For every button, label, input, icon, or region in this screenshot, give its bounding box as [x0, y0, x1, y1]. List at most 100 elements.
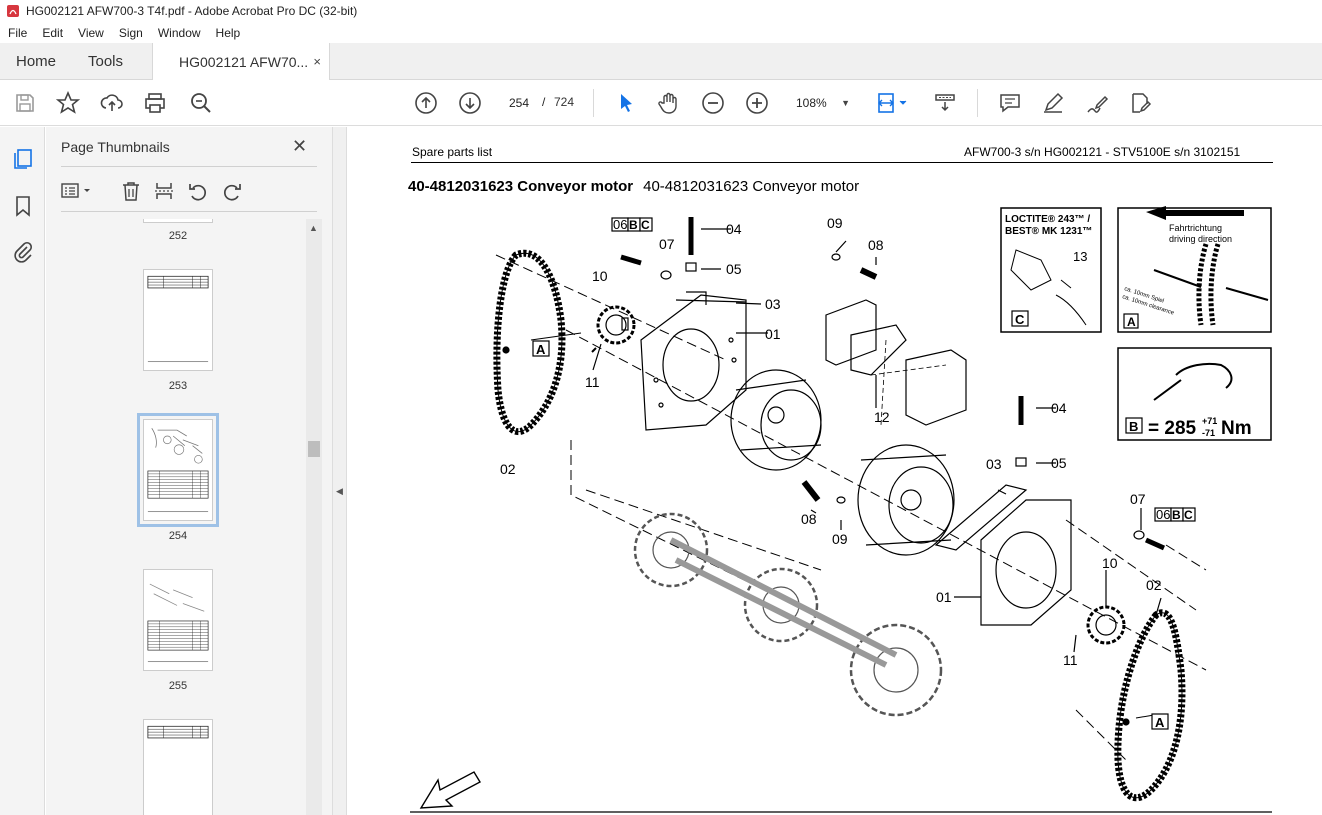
zoom-out-icon[interactable] [701, 91, 725, 115]
scrollbar-thumb[interactable] [308, 441, 320, 457]
callout-03-right: 03 [986, 456, 1002, 472]
tab-home[interactable]: Home [16, 43, 56, 80]
callout-01-left: 01 [765, 326, 781, 342]
panel-title: Page Thumbnails [61, 139, 170, 155]
loctite-label-line2: BEST® MK 1231™ [1005, 226, 1092, 237]
menu-view[interactable]: View [70, 26, 111, 40]
page-number-input[interactable]: 254 [501, 91, 537, 115]
edit-pdf-icon[interactable] [1128, 91, 1152, 115]
panel-collapse-handle[interactable]: ◀ [332, 127, 347, 815]
page-title: 40-4812031623 Conveyor motor 40-481203162… [408, 178, 859, 195]
menu-file[interactable]: File [0, 26, 34, 40]
page-title-normal: 40-4812031623 Conveyor motor [643, 178, 860, 195]
exploded-parts-diagram: 06 B C 07 04 05 09 08 10 03 01 11 02 A 1… [410, 206, 1272, 813]
inset-c-label: C [1015, 312, 1025, 327]
callout-02-left: 02 [500, 461, 516, 477]
fit-page-icon[interactable] [876, 91, 912, 115]
page-thumbnail[interactable] [143, 569, 213, 671]
callout-09-top: 09 [827, 215, 843, 231]
callout-02-right: 02 [1146, 577, 1162, 593]
toolbar-divider [593, 89, 594, 117]
page-thumbnail-selected[interactable] [137, 413, 219, 527]
scroll-up-icon[interactable]: ▲ [309, 223, 318, 233]
page-thumbnails-panel: Page Thumbnails ✕ 252 253 254 255 ▲ [46, 127, 332, 815]
delete-trash-icon[interactable] [120, 180, 142, 202]
print-icon[interactable] [143, 91, 167, 115]
callout-06-left: 06 [613, 217, 627, 232]
zoom-search-icon[interactable] [189, 91, 213, 115]
share-upload-icon[interactable] [100, 91, 124, 115]
callout-05-right: 05 [1051, 455, 1067, 471]
zoom-in-icon[interactable] [745, 91, 769, 115]
callout-05-left: 05 [726, 261, 742, 277]
close-panel-icon[interactable]: ✕ [292, 136, 307, 157]
torque-unit: Nm [1221, 418, 1252, 439]
sign-icon[interactable] [1085, 91, 1109, 115]
callout-04-left: 04 [726, 221, 742, 237]
close-tab-icon[interactable]: × [313, 54, 321, 69]
page-thumbnail[interactable] [143, 719, 213, 815]
page-title-bold: 40-4812031623 Conveyor motor [408, 178, 634, 195]
attachments-paperclip-icon[interactable] [11, 240, 35, 264]
callout-11-left: 11 [585, 374, 600, 390]
loctite-label-line1: LOCTITE® 243™ / [1005, 214, 1090, 225]
hydraulic-motor-left [730, 369, 822, 471]
page-separator: / [542, 95, 546, 109]
scroll-mode-icon[interactable] [933, 91, 957, 115]
tab-tools[interactable]: Tools [88, 43, 123, 80]
menu-sign[interactable]: Sign [111, 26, 150, 40]
callout-10-left: 10 [592, 268, 608, 284]
zoom-level-select[interactable]: 108% ▼ [786, 91, 856, 115]
page-thumbnails-icon[interactable] [11, 147, 35, 171]
thumbnail-table-icon [147, 275, 209, 363]
thumbnail-label: 253 [168, 380, 188, 392]
callout-07-left: 07 [659, 236, 675, 252]
page-thumbnail[interactable] [143, 219, 213, 223]
conveyor-shaft-assembly [633, 512, 943, 717]
callout-08-right: 08 [801, 511, 817, 527]
menu-edit[interactable]: Edit [34, 26, 70, 40]
tab-bar: Home Tools HG002121 AFW70... × [0, 43, 1322, 81]
toolbar-divider [977, 89, 978, 117]
header-rule [411, 162, 1273, 163]
rotate-clockwise-icon[interactable] [221, 180, 243, 202]
drive-chain-left [493, 249, 566, 435]
page-thumbnail[interactable] [143, 269, 213, 371]
callout-b-right: B [1172, 508, 1181, 522]
callout-c-left: C [641, 218, 650, 232]
chevron-down-icon: ▼ [841, 98, 850, 108]
menu-help[interactable]: Help [208, 26, 248, 40]
callout-07-right: 07 [1130, 491, 1146, 507]
thumbnail-table-icon [147, 725, 209, 739]
page-header-right: AFW700-3 s/n HG002121 - STV5100E s/n 310… [964, 145, 1241, 159]
tab-document-label: HG002121 AFW70... [179, 54, 309, 70]
page-header-left: Spare parts list [412, 145, 493, 159]
thumbnail-scrollbar[interactable]: ▲ [306, 219, 322, 815]
rotate-counterclockwise-icon[interactable] [187, 180, 209, 202]
extract-pages-icon[interactable] [153, 180, 175, 202]
collapse-arrow-icon: ◀ [336, 486, 343, 496]
orientation-arrow-icon [419, 771, 481, 809]
select-pointer-icon[interactable] [614, 91, 638, 115]
callout-a-right: A [1155, 715, 1165, 730]
menu-window[interactable]: Window [150, 26, 208, 40]
bookmarks-icon[interactable] [11, 194, 35, 218]
inset-a-label: A [1127, 315, 1136, 329]
save-icon[interactable] [13, 91, 37, 115]
hand-pan-icon[interactable] [657, 91, 681, 115]
callout-01-right: 01 [936, 589, 952, 605]
thumbnail-options-icon[interactable] [60, 180, 94, 202]
divider [61, 166, 317, 167]
page-up-icon[interactable] [414, 91, 438, 115]
callout-03-left: 03 [765, 296, 781, 312]
page-down-icon[interactable] [458, 91, 482, 115]
comment-icon[interactable] [998, 91, 1022, 115]
thumbnail-label: 252 [168, 230, 188, 242]
callout-a-left: A [536, 342, 546, 357]
sprocket-left [596, 305, 636, 345]
chain-direction-text-de: Fahrtrichtung [1169, 223, 1222, 233]
bookmark-star-icon[interactable] [55, 90, 81, 115]
tab-document[interactable]: HG002121 AFW70... × [152, 43, 330, 81]
sprocket-right [1086, 605, 1126, 645]
highlight-pen-icon[interactable] [1041, 91, 1065, 115]
